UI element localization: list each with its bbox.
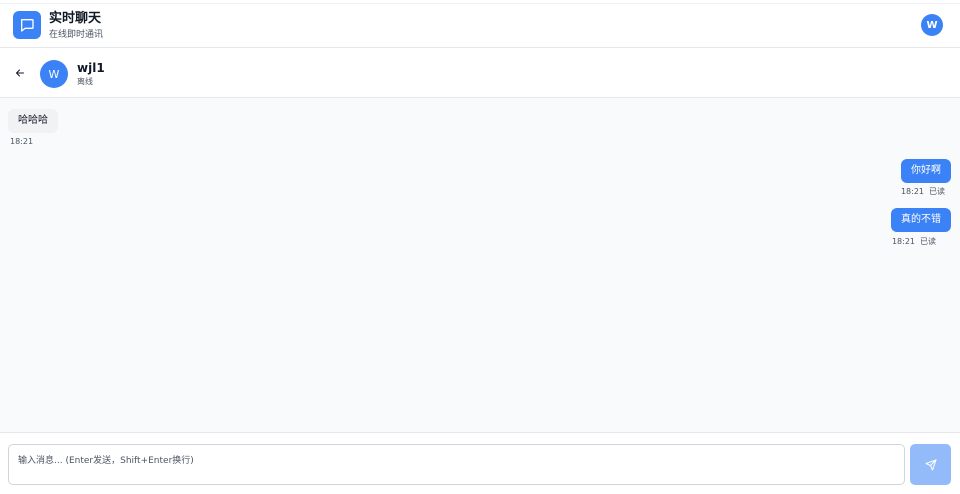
message-time: 18:21	[10, 137, 34, 146]
send-icon	[925, 459, 936, 470]
user-avatar[interactable]: W	[921, 14, 943, 36]
message-bubble-outgoing: 你好啊	[901, 159, 951, 183]
read-receipt: 已读	[929, 187, 945, 196]
message-meta: 18:21	[10, 137, 33, 147]
app-title: 实时聊天	[49, 11, 102, 26]
app-subtitle: 在线即时通讯	[49, 30, 104, 40]
chat-header: W wjl1 离线	[0, 48, 960, 98]
message-bubble-outgoing: 真的不错	[891, 208, 951, 232]
send-button[interactable]	[910, 444, 951, 485]
message-meta: 18:21 已读	[892, 237, 936, 247]
contact-avatar[interactable]: W	[40, 60, 68, 88]
message-composer	[0, 432, 960, 494]
message-input[interactable]	[8, 444, 905, 485]
message-time: 18:21	[900, 187, 924, 196]
arrow-left-icon	[16, 69, 24, 77]
message-meta: 18:21 已读	[901, 187, 945, 197]
read-receipt: 已读	[920, 237, 936, 246]
back-button[interactable]	[10, 63, 30, 83]
contact-name: wjl1	[77, 61, 105, 75]
message-time: 18:21	[891, 237, 915, 246]
chat-bubble-icon	[13, 11, 41, 39]
message-list[interactable]: 哈哈哈 18:21 你好啊 18:21 已读 真的不错 18:21 已读	[0, 98, 960, 432]
message-bubble-incoming: 哈哈哈	[8, 109, 58, 133]
app-header: 实时聊天 在线即时通讯 W	[0, 0, 960, 48]
contact-status: 离线	[77, 77, 93, 86]
